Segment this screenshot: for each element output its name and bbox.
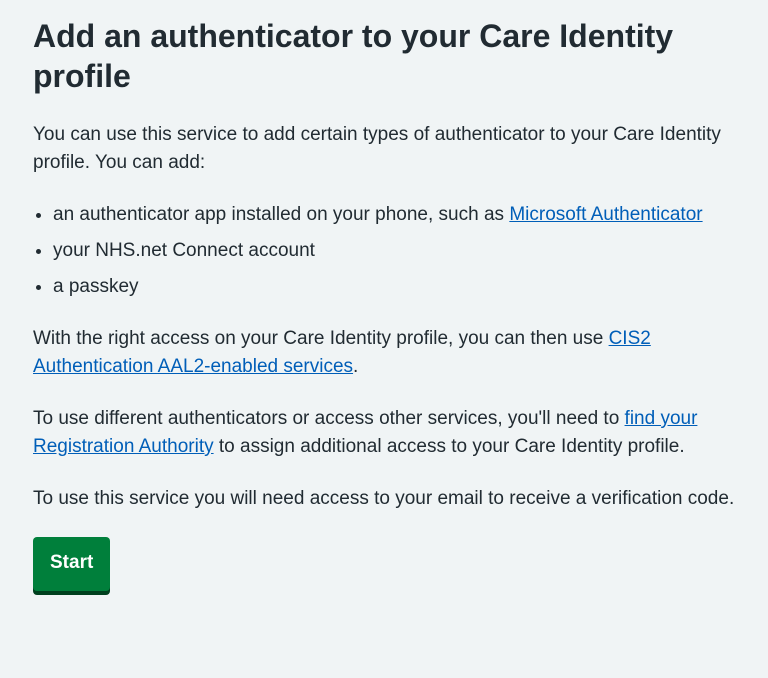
registration-text: To use different authenticators or acces… xyxy=(33,405,743,461)
intro-text: You can use this service to add certain … xyxy=(33,124,721,173)
access-text-suffix: . xyxy=(353,356,359,377)
registration-text-prefix: To use different authenticators or acces… xyxy=(33,408,625,429)
access-text-prefix: With the right access on your Care Ident… xyxy=(33,328,609,349)
microsoft-authenticator-link[interactable]: Microsoft Authenticator xyxy=(509,204,702,225)
access-text: With the right access on your Care Ident… xyxy=(33,325,743,381)
list-item: an authenticator app installed on your p… xyxy=(53,201,743,229)
email-requirement-text: To use this service you will need access… xyxy=(33,488,735,509)
authenticator-list: an authenticator app installed on your p… xyxy=(33,201,743,301)
list-item: your NHS.net Connect account xyxy=(53,237,743,265)
main-content: Add an authenticator to your Care Identi… xyxy=(33,0,743,591)
page-title: Add an authenticator to your Care Identi… xyxy=(33,18,674,94)
start-button[interactable]: Start xyxy=(33,537,111,591)
list-item-text: an authenticator app installed on your p… xyxy=(53,204,510,225)
list-item: a passkey xyxy=(53,273,743,301)
registration-text-suffix: to assign additional access to your Care… xyxy=(213,436,685,457)
